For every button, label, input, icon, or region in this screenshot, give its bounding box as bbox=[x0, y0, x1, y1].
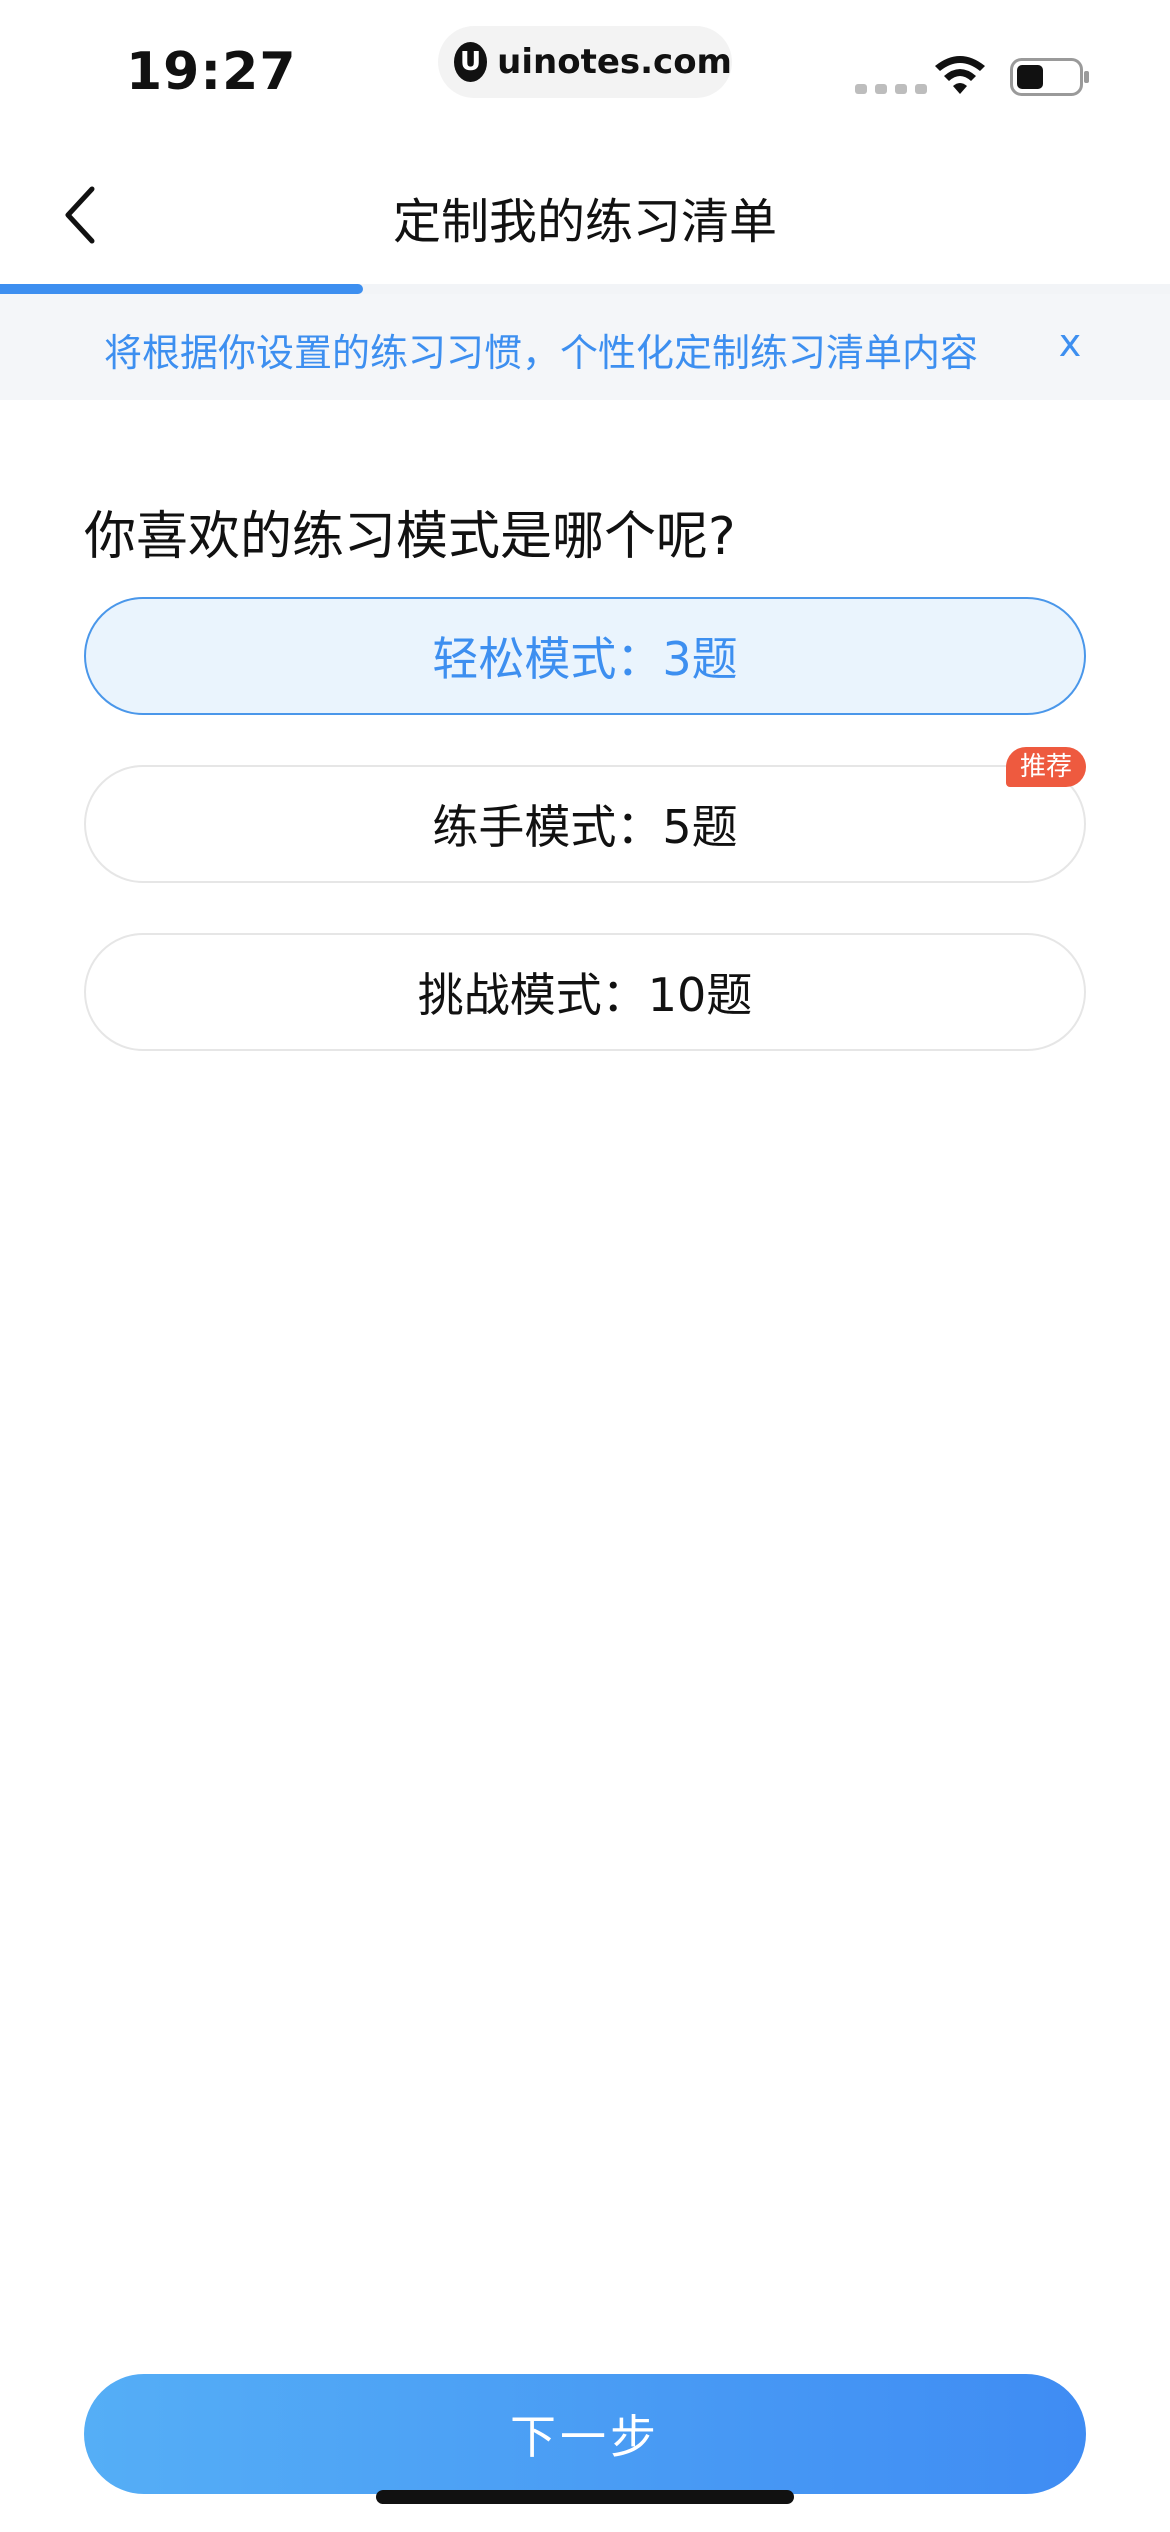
banner-text: 将根据你设置的练习习惯，个性化定制练习清单内容 bbox=[104, 331, 979, 375]
option-label: 练手模式：5题 bbox=[432, 800, 738, 854]
wifi-icon bbox=[935, 56, 985, 94]
option-practice-mode[interactable]: 练手模式：5题 推荐 bbox=[84, 747, 1086, 883]
option-label: 挑战模式：10题 bbox=[417, 968, 753, 1022]
progress-fill bbox=[0, 284, 363, 294]
progress-bar bbox=[0, 284, 1170, 294]
option-challenge-mode[interactable]: 挑战模式：10题 bbox=[84, 933, 1086, 1051]
next-step-button[interactable]: 下一步 bbox=[84, 2374, 1086, 2494]
status-bar: 19:27 U uinotes.com bbox=[0, 0, 1170, 140]
status-time: 19:27 bbox=[126, 42, 297, 102]
nav-bar: 定制我的练习清单 bbox=[0, 160, 1170, 270]
battery-icon bbox=[1010, 58, 1089, 96]
site-logo-icon: U bbox=[454, 42, 488, 82]
question-title: 你喜欢的练习模式是哪个呢? bbox=[84, 507, 736, 567]
info-banner: 将根据你设置的练习习惯，个性化定制练习清单内容 x bbox=[0, 294, 1170, 400]
cellular-signal-icon bbox=[855, 84, 927, 94]
option-easy-mode[interactable]: 轻松模式：3题 bbox=[84, 597, 1086, 715]
url-pill[interactable]: U uinotes.com bbox=[438, 26, 732, 98]
close-icon[interactable]: x bbox=[1050, 318, 1090, 368]
option-label: 轻松模式：3题 bbox=[432, 632, 738, 686]
home-indicator bbox=[376, 2490, 794, 2504]
next-step-label: 下一步 bbox=[510, 2410, 660, 2464]
url-text: uinotes.com bbox=[497, 42, 732, 82]
recommend-badge: 推荐 bbox=[1005, 747, 1086, 787]
page-title: 定制我的练习清单 bbox=[392, 194, 777, 250]
